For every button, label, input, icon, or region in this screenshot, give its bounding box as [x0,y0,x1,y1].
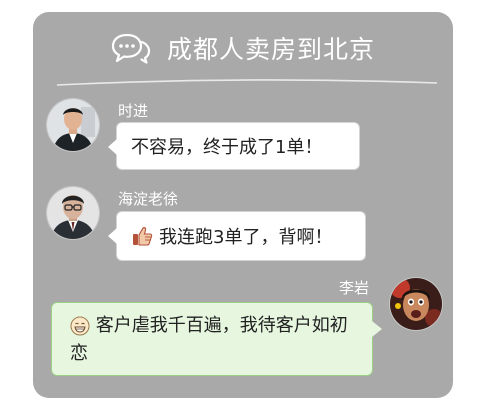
chat-header: 成都人卖房到北京 [33,12,453,84]
avatar-photo [390,278,442,330]
message-text: 客户虐我千百遍，我待客户如初恋 [70,315,348,364]
avatar[interactable] [47,99,99,151]
thumbs-up-icon [131,225,153,247]
header-divider [57,79,437,86]
sender-name: 时进 [118,102,149,120]
message-text: 不容易，终于成了1单！ [131,137,323,158]
message-text: 我连跑3单了，背啊！ [159,227,333,248]
avatar[interactable] [390,278,442,330]
chat-bubbles-icon [111,33,151,64]
sender-name: 李岩 [339,279,370,297]
sender-name: 海淀老徐 [118,190,179,208]
grinning-face-icon [70,316,90,336]
avatar-photo [47,187,99,239]
message-bubble[interactable]: 不容易，终于成了1单！ [108,122,360,170]
chat-title: 成都人卖房到北京 [166,35,375,64]
message-bubble[interactable]: 客户虐我千百遍，我待客户如初恋 [51,302,382,376]
avatar[interactable] [47,187,99,239]
message-bubble[interactable]: 我连跑3单了，背啊！ [108,211,366,261]
avatar-photo [47,99,99,151]
